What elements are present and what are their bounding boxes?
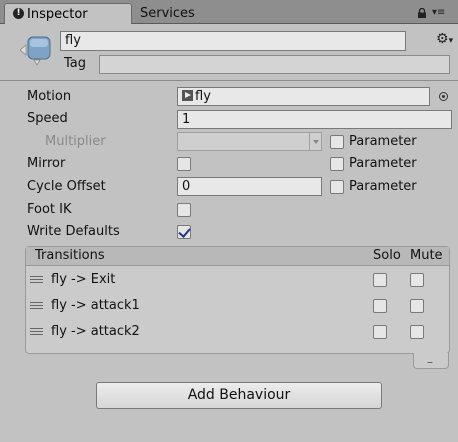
tag-label: Tag	[64, 56, 87, 71]
solo-checkbox[interactable]	[373, 273, 387, 287]
motion-value: fly	[195, 89, 211, 104]
cycle-offset-label: Cycle Offset	[27, 179, 106, 194]
multiplier-parameter-checkbox[interactable]	[330, 135, 344, 149]
transition-label: fly -> attack1	[51, 298, 140, 313]
cycle-offset-input[interactable]: 0	[177, 177, 322, 196]
speed-input[interactable]: 1	[177, 110, 452, 129]
solo-column-header: Solo	[373, 248, 401, 263]
multiplier-label: Multiplier	[45, 134, 106, 149]
drag-handle-icon[interactable]	[30, 276, 43, 283]
transitions-title: Transitions	[35, 248, 105, 263]
drag-handle-icon[interactable]	[30, 302, 43, 309]
mute-column-header: Mute	[410, 248, 443, 263]
chevron-down-icon	[309, 133, 322, 150]
state-name-input[interactable]: fly	[60, 31, 406, 51]
tag-input[interactable]	[99, 55, 450, 74]
cycle-offset-parameter-checkbox[interactable]	[330, 180, 344, 194]
context-menu-icon[interactable]: ▾≡	[432, 8, 445, 18]
speed-label: Speed	[27, 111, 68, 126]
remove-transition-button[interactable]: –	[413, 353, 449, 369]
foot-ik-label: Foot IK	[27, 202, 72, 217]
mirror-parameter-label: Parameter	[349, 156, 417, 171]
tab-inspector-label: Inspector	[27, 7, 88, 22]
minus-icon: –	[427, 355, 433, 369]
object-picker-icon[interactable]	[439, 92, 448, 101]
lock-icon[interactable]	[417, 8, 427, 18]
info-icon: !	[13, 8, 24, 19]
mirror-label: Mirror	[27, 156, 66, 171]
mute-checkbox[interactable]	[410, 273, 424, 287]
tab-services[interactable]: Services	[140, 6, 195, 21]
transition-label: fly -> attack2	[51, 324, 140, 339]
write-defaults-label: Write Defaults	[27, 224, 120, 239]
mute-checkbox[interactable]	[410, 325, 424, 339]
mute-checkbox[interactable]	[410, 299, 424, 313]
motion-label: Motion	[27, 89, 72, 104]
foot-ik-checkbox[interactable]	[177, 203, 191, 217]
mirror-parameter-checkbox[interactable]	[330, 157, 344, 171]
write-defaults-checkbox[interactable]	[177, 225, 191, 239]
gear-icon[interactable]: ⚙▾	[436, 31, 453, 47]
solo-checkbox[interactable]	[373, 325, 387, 339]
animation-clip-icon	[182, 90, 193, 101]
transition-label: fly -> Exit	[51, 272, 116, 287]
add-behaviour-button[interactable]: Add Behaviour	[96, 382, 382, 409]
cycle-offset-parameter-label: Parameter	[349, 179, 417, 194]
multiplier-dropdown[interactable]	[177, 132, 322, 151]
solo-checkbox[interactable]	[373, 299, 387, 313]
multiplier-parameter-label: Parameter	[349, 134, 417, 149]
mirror-checkbox[interactable]	[177, 157, 191, 171]
drag-handle-icon[interactable]	[30, 328, 43, 335]
animator-state-icon	[20, 36, 51, 66]
tab-inspector[interactable]: ! Inspector	[4, 3, 132, 25]
header-divider	[0, 80, 458, 81]
motion-field[interactable]: fly	[177, 87, 430, 106]
